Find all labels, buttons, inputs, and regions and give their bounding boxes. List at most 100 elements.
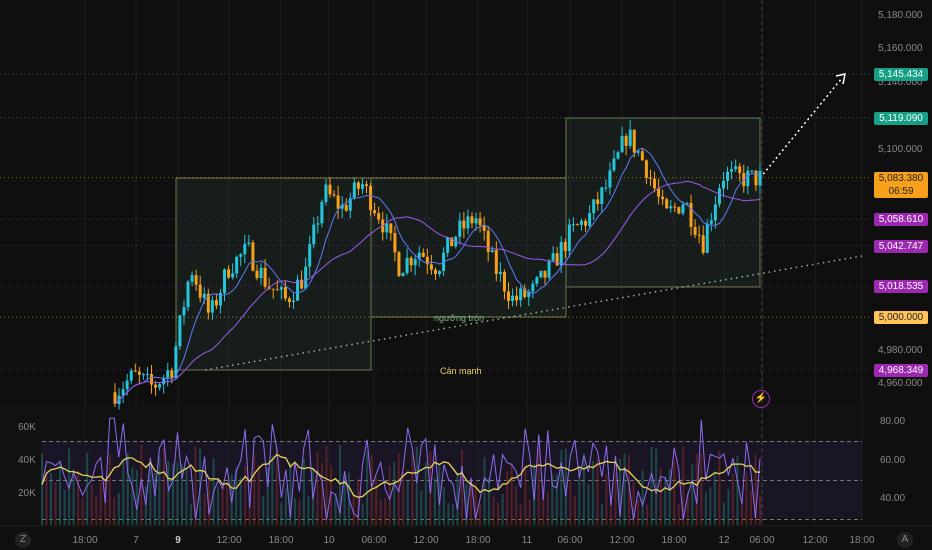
z-button[interactable]: Z xyxy=(15,532,31,548)
volume-bar xyxy=(239,477,242,525)
volume-bar xyxy=(153,472,156,525)
volume-bar xyxy=(759,494,761,525)
time-tick: 11 xyxy=(521,535,533,546)
chart-canvas[interactable] xyxy=(0,0,932,550)
candle xyxy=(677,207,681,214)
candle xyxy=(279,287,283,290)
candle xyxy=(433,269,437,274)
candle xyxy=(721,180,725,189)
candle xyxy=(397,252,401,277)
volume-bar xyxy=(86,452,89,525)
candle xyxy=(543,270,547,278)
candle xyxy=(336,195,340,209)
volume-bar xyxy=(176,462,179,525)
price-tick: 4,980.000 xyxy=(878,344,923,356)
candle xyxy=(555,253,559,266)
time-tick: 18:00 xyxy=(849,535,875,546)
candle xyxy=(145,374,149,376)
candle xyxy=(137,371,141,375)
volume-bar xyxy=(433,478,436,525)
candle xyxy=(502,271,506,292)
candle xyxy=(592,199,596,214)
candle xyxy=(758,170,762,186)
candle xyxy=(738,166,742,174)
rsi-tick: 80.00 xyxy=(880,416,906,427)
candle xyxy=(628,129,632,146)
candle xyxy=(369,185,373,211)
candle xyxy=(506,291,510,302)
candle xyxy=(632,129,636,153)
volume-bar xyxy=(135,470,138,525)
candle xyxy=(365,184,369,186)
candle xyxy=(186,281,190,308)
volume-bar xyxy=(284,488,287,525)
candle xyxy=(600,187,604,204)
trading-chart[interactable]: ngưỡng tròn Cản mạnh ⚡ Z A 5,180.000 5,16… xyxy=(0,0,932,550)
volume-bar xyxy=(253,454,256,525)
volume-bar xyxy=(569,481,572,525)
volume-bar xyxy=(113,497,116,525)
candle xyxy=(154,384,158,388)
volume-bar xyxy=(411,453,414,525)
volume-bar xyxy=(573,496,576,525)
candle xyxy=(701,235,705,253)
volume-bar xyxy=(591,460,594,525)
candle xyxy=(405,257,409,274)
volume-bar xyxy=(691,464,694,525)
auto-scale-button[interactable]: A xyxy=(897,532,913,548)
candle xyxy=(202,293,206,298)
candle xyxy=(300,279,304,289)
candle xyxy=(470,216,474,224)
candle xyxy=(511,295,515,302)
candle xyxy=(515,295,519,301)
volume-bar xyxy=(158,456,161,525)
candle xyxy=(255,270,259,279)
volume-bar xyxy=(162,447,165,525)
candle xyxy=(393,233,397,253)
volume-bar xyxy=(749,490,752,525)
volume-bar xyxy=(510,462,513,525)
volume-bar xyxy=(366,451,369,525)
volume-bar xyxy=(316,451,319,525)
volume-bar xyxy=(217,486,220,525)
candle xyxy=(713,204,717,221)
candle xyxy=(251,242,255,271)
price-label: 5,119.090 xyxy=(874,111,928,125)
time-tick: 18:00 xyxy=(661,535,687,546)
candle xyxy=(352,182,356,199)
volume-bar xyxy=(384,497,387,525)
candle xyxy=(373,210,377,214)
candle xyxy=(223,269,227,293)
price-label: 5,058.610 xyxy=(874,213,928,227)
volume-bar xyxy=(244,466,247,525)
candle xyxy=(547,260,551,278)
volume-bar xyxy=(600,504,603,525)
volume-bar xyxy=(668,469,671,525)
candle xyxy=(429,264,433,270)
candle xyxy=(182,307,186,316)
candle xyxy=(734,166,738,170)
candle xyxy=(575,224,579,226)
annotation-round-threshold: ngưỡng tròn xyxy=(434,313,484,323)
candle xyxy=(401,273,405,277)
price-label: 5,145.434 xyxy=(874,67,928,81)
candle xyxy=(462,220,466,229)
volume-bar xyxy=(582,453,585,525)
candle xyxy=(332,194,336,196)
candle xyxy=(640,151,644,161)
volume-bar xyxy=(713,471,716,525)
rsi-tick: 60.00 xyxy=(880,455,906,466)
alert-icon[interactable]: ⚡ xyxy=(752,390,770,408)
volume-bar xyxy=(379,499,382,525)
candle xyxy=(616,152,620,159)
volume-bar xyxy=(492,496,495,525)
candle xyxy=(263,267,267,287)
volume-bar xyxy=(727,489,730,525)
volume-bar xyxy=(59,462,62,525)
volume-bar xyxy=(298,499,301,525)
volume-bar xyxy=(45,471,48,525)
candle xyxy=(535,277,539,284)
candle xyxy=(705,223,709,253)
volume-bar xyxy=(280,502,283,525)
time-tick: 06:00 xyxy=(557,535,583,546)
